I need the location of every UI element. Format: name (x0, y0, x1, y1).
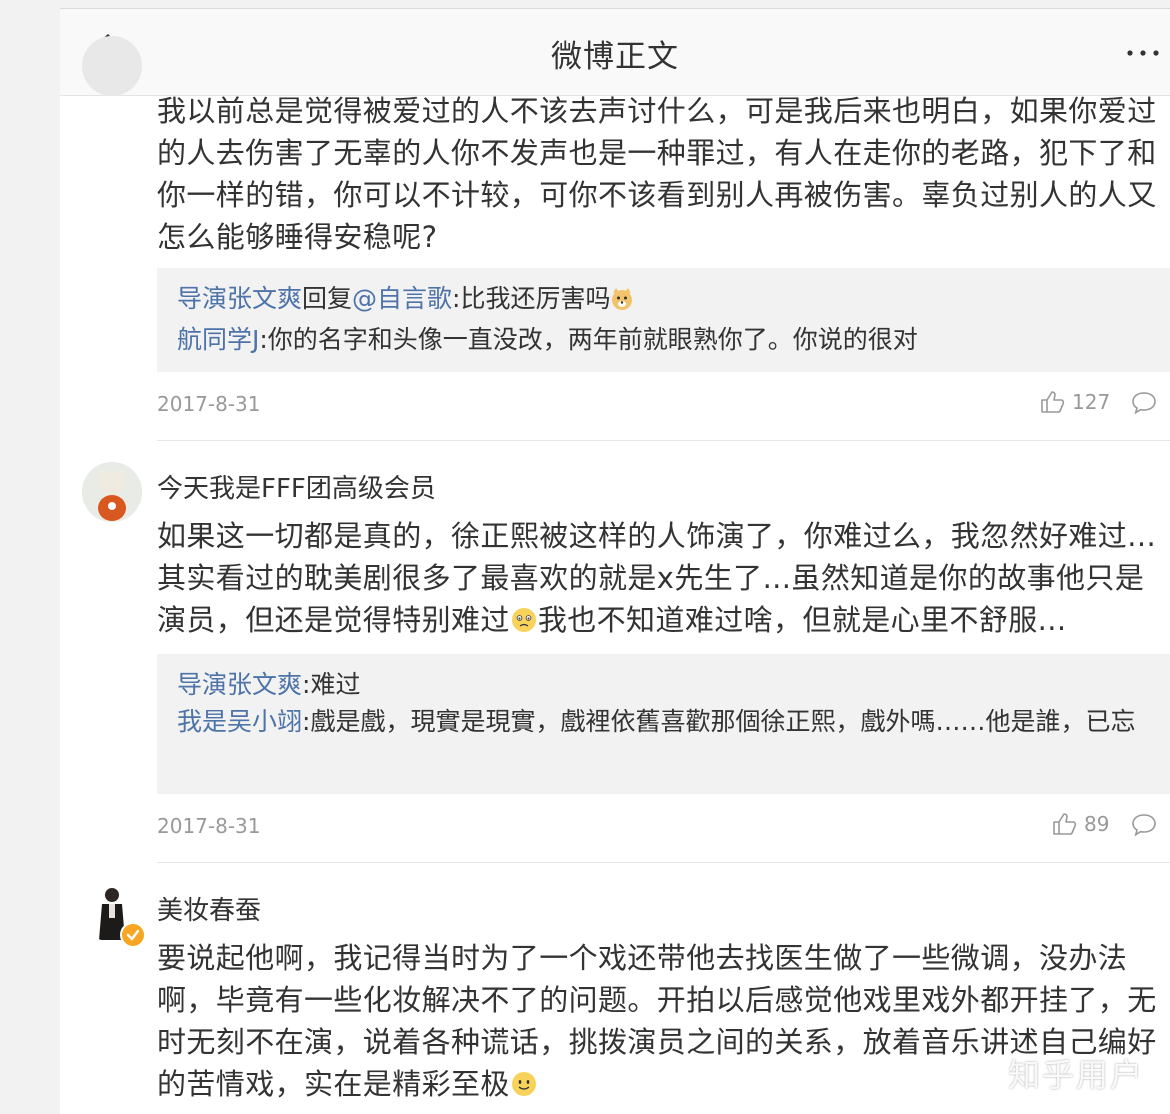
like-count: 89 (1084, 812, 1110, 836)
comment-text: 我以前总是觉得被爱过的人不该去声讨什么，可是我后来也明白，如果你爱过的人去伤害了… (157, 94, 1157, 254)
watermark: 知乎用户 (1007, 1056, 1144, 1094)
reply-text: :难过 (302, 670, 361, 699)
reply-text: :你的名字和头像一直没改，两年前就眼熟你了。你说的很对 (259, 325, 918, 354)
reply-label: 回复 (302, 284, 353, 313)
comment-text-part: 要说起他啊，我记得当时为了一个戏还带他去找医生做了一些微调，没办法啊，毕竟有一些… (157, 941, 1157, 1101)
username[interactable]: 美妆春蚕 (157, 890, 261, 927)
nav-bar: 微博正文 (60, 9, 1170, 96)
comment-text-part: 我也不知道难过啥，但就是心里不舒服... (537, 603, 1067, 637)
reply-line: 航同学J:你的名字和头像一直没改，两年前就眼熟你了。你说的很对 (177, 321, 1150, 358)
top-edge (60, 0, 1170, 9)
verified-badge-icon (120, 922, 146, 948)
weibo-detail-page: 微博正文 我以前总是觉得被爱过的人不该去声讨什么，可是我后来也明白，如果你爱过的… (60, 0, 1170, 1114)
reply-author[interactable]: 导演张文爽 (177, 670, 302, 699)
reply-box[interactable]: 导演张文爽回复@自言歌:比我还厉害吗 航同学J:你的名字和头像一直没改，两年前就… (157, 268, 1170, 372)
like-button[interactable]: 127 (1040, 390, 1110, 414)
reply-box[interactable]: 导演张文爽:难过 我是吴小翊:戲是戲，現實是現實，戲裡依舊喜歡那個徐正熙，戲外嗎… (157, 654, 1170, 794)
reply-line: 导演张文爽:难过 (177, 666, 1150, 703)
like-count: 127 (1072, 390, 1111, 414)
avatar[interactable] (82, 36, 142, 96)
reply-author[interactable]: 导演张文爽 (177, 284, 302, 313)
comment-icon[interactable] (1131, 813, 1157, 841)
comment-date: 2017-8-31 (157, 814, 261, 838)
comment-date: 2017-8-31 (157, 392, 261, 416)
reply-text: :比我还厉害吗 (452, 284, 611, 313)
doge-emoji-icon (610, 284, 634, 321)
reply-author[interactable]: 我是吴小翊 (177, 707, 302, 736)
comment-text: 如果这一切都是真的，徐正熙被这样的人饰演了，你难过么，我忽然好难过...其实看过… (157, 515, 1157, 645)
reply-text: :戲是戲，現實是現實，戲裡依舊喜歡那個徐正熙，戲外嗎……他是誰，已忘 (302, 707, 1136, 736)
reply-line: 我是吴小翊:戲是戲，現實是現實，戲裡依舊喜歡那個徐正熙，戲外嗎……他是誰，已忘 (177, 703, 1150, 740)
like-button[interactable]: 89 (1052, 812, 1109, 836)
sad-emoji-icon (510, 603, 538, 645)
reply-line: 导演张文爽回复@自言歌:比我还厉害吗 (177, 280, 1150, 321)
divider (157, 862, 1170, 863)
avatar[interactable] (82, 462, 142, 522)
reply-author[interactable]: 航同学J (177, 325, 259, 354)
mention-link[interactable]: @自言歌 (352, 284, 452, 313)
more-icon[interactable] (1122, 33, 1166, 73)
page-title: 微博正文 (551, 39, 679, 75)
thumbs-up-icon (1041, 391, 1065, 413)
divider (157, 440, 1170, 441)
username[interactable]: 今天我是FFF团高级会员 (157, 468, 436, 505)
thumbs-up-icon (1053, 813, 1077, 835)
smile-emoji-icon (510, 1067, 538, 1109)
comment-icon[interactable] (1131, 391, 1157, 419)
